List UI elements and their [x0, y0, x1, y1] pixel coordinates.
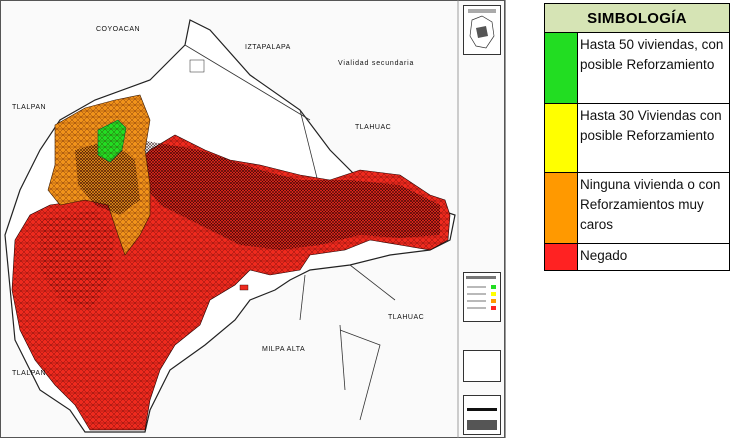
legend-label-yellow: Hasta 30 Viviendas con posible Reforzami… [580, 108, 722, 143]
legend-swatch-yellow [545, 104, 578, 172]
mini-legend-swatches [466, 276, 496, 310]
zone-negado-island [239, 284, 249, 291]
road-line [339, 329, 381, 421]
legend-row-orange: Ninguna vivienda o con Reforzamientos mu… [545, 173, 729, 244]
mini-legend [463, 272, 501, 322]
label-tlalpan-south: TLALPAN [12, 370, 47, 377]
symbology-legend: SIMBOLOGÍA Hasta 50 viviendas, con posib… [544, 3, 730, 271]
legend-swatch-orange [545, 173, 578, 243]
legend-row-green: Hasta 50 viviendas, con posible Reforzam… [545, 33, 729, 104]
label-tlalpan-north: TLALPAN [12, 104, 47, 111]
zone-negado-island [189, 59, 205, 73]
location-inset [463, 5, 501, 55]
label-coyoacan: COYOACAN [96, 26, 141, 33]
road-line [349, 264, 396, 301]
legend-label-orange: Ninguna vivienda o con Reforzamientos mu… [580, 177, 721, 232]
location-inset-map [468, 9, 496, 49]
legend-title: SIMBOLOGÍA [545, 4, 729, 33]
label-tlahuac-north: TLAHUAC [355, 124, 392, 131]
scale-bar-block [463, 395, 501, 435]
map-sheet: COYOACAN IZTAPALAPA Vialidad secundaria … [0, 0, 506, 438]
label-milpa-alta: MILPA ALTA [262, 346, 306, 353]
legend-label-red: Negado [580, 248, 628, 263]
road-line [299, 274, 306, 321]
legend-label-green: Hasta 50 viviendas, con posible Reforzam… [580, 37, 724, 72]
legend-row-red: Negado [545, 244, 729, 270]
title-block [463, 350, 501, 382]
legend-row-yellow: Hasta 30 Viviendas con posible Reforzami… [545, 104, 729, 173]
scale-bar [467, 408, 497, 430]
road-line [339, 324, 346, 391]
legend-swatch-green [545, 33, 578, 103]
zoning-map [0, 0, 505, 438]
legend-swatch-red [545, 244, 578, 270]
label-tlahuac-south: TLAHUAC [388, 314, 425, 321]
label-iztapalapa: IZTAPALAPA [245, 44, 291, 51]
label-vialidad-secundaria: Vialidad secundaria [338, 60, 415, 67]
